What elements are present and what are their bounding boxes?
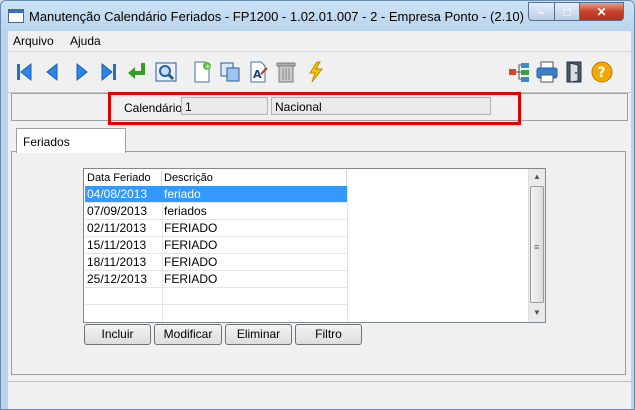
row-date: 15/11/2013 xyxy=(87,238,147,252)
zoom-icon[interactable] xyxy=(154,60,178,84)
row-description: FERIADO xyxy=(164,221,218,235)
row-date: 25/12/2013 xyxy=(87,272,148,286)
window-title: Manutenção Calendário Feriados - FP1200 … xyxy=(29,9,524,24)
modificar-button[interactable]: Modificar xyxy=(154,324,222,345)
row-date: 07/09/2013 xyxy=(87,204,148,218)
grip-icon: ≡ xyxy=(534,242,540,252)
menu-bar: Arquivo Ajuda xyxy=(8,31,631,51)
menu-ajuda[interactable]: Ajuda xyxy=(70,34,101,48)
row-date: 02/11/2013 xyxy=(87,221,147,235)
table-row[interactable]: 15/11/2013 FERIADO xyxy=(85,237,347,253)
first-icon[interactable] xyxy=(12,60,36,84)
return-icon[interactable] xyxy=(125,60,149,84)
scroll-thumb[interactable]: ≡ xyxy=(530,186,544,303)
row-description: feriado xyxy=(164,187,201,201)
eliminar-label: Eliminar xyxy=(236,327,281,341)
holidays-grid[interactable]: Data Feriado Descrição 04/08/2013 feriado… xyxy=(83,168,546,323)
print-icon[interactable] xyxy=(535,60,559,84)
table-row[interactable]: 25/12/2013 FERIADO xyxy=(85,271,347,287)
eliminar-button[interactable]: Eliminar xyxy=(225,324,292,345)
help-icon[interactable]: ? xyxy=(590,60,614,84)
toolbar: + A ? xyxy=(8,51,631,93)
tab-feriados[interactable]: Feriados xyxy=(16,128,126,153)
row-description: FERIADO xyxy=(164,272,218,286)
close-icon: ✕ xyxy=(596,4,607,19)
menu-arquivo[interactable]: Arquivo xyxy=(13,34,54,48)
row-date: 18/11/2013 xyxy=(87,255,147,269)
app-window: Manutenção Calendário Feriados - FP1200 … xyxy=(0,0,635,410)
column-header-date[interactable]: Data Feriado xyxy=(85,170,162,186)
edit-icon[interactable]: A xyxy=(246,60,270,84)
client-area: Arquivo Ajuda + A ? Calendário: 1 Nacion… xyxy=(8,31,631,409)
minimize-button[interactable]: – xyxy=(528,2,555,21)
window-icon xyxy=(8,9,24,23)
tab-label: Feriados xyxy=(23,135,70,149)
status-bar xyxy=(8,381,631,404)
table-row[interactable]: 02/11/2013 FERIADO xyxy=(85,220,347,236)
incluir-label: Incluir xyxy=(101,327,134,341)
modificar-label: Modificar xyxy=(163,327,213,341)
row-description: FERIADO xyxy=(164,238,218,252)
column-header-description[interactable]: Descrição xyxy=(162,170,347,186)
vertical-scrollbar[interactable]: ▲ ≡ ▼ xyxy=(528,169,545,322)
svg-text:?: ? xyxy=(598,65,606,81)
filtro-label: Filtro xyxy=(315,327,342,341)
row-description: FERIADO xyxy=(164,255,218,269)
column-divider xyxy=(347,186,348,322)
prev-icon[interactable] xyxy=(40,60,64,84)
copy-icon[interactable] xyxy=(218,60,242,84)
delete-icon[interactable] xyxy=(274,60,298,84)
close-button[interactable]: ✕ xyxy=(579,2,624,21)
minimize-icon: – xyxy=(538,4,545,19)
table-row[interactable]: 04/08/2013 feriado xyxy=(85,186,347,202)
row-date: 04/08/2013 xyxy=(87,187,148,201)
exit-icon[interactable] xyxy=(562,60,586,84)
scroll-up-icon[interactable]: ▲ xyxy=(529,169,545,185)
incluir-button[interactable]: Incluir xyxy=(84,324,151,345)
row-description: feriados xyxy=(164,204,207,218)
scroll-down-icon[interactable]: ▼ xyxy=(529,305,545,321)
maximize-icon: □ xyxy=(563,4,571,19)
filtro-button[interactable]: Filtro xyxy=(295,324,362,345)
row-divider xyxy=(85,304,347,305)
svg-text:+: + xyxy=(205,62,212,71)
execute-icon[interactable] xyxy=(304,60,328,84)
tree-icon[interactable] xyxy=(507,60,531,84)
table-row[interactable]: 07/09/2013 feriados xyxy=(85,203,347,219)
next-icon[interactable] xyxy=(70,60,94,84)
new-icon[interactable]: + xyxy=(190,60,214,84)
highlight-box xyxy=(108,92,521,125)
row-divider xyxy=(85,287,347,288)
table-row[interactable]: 18/11/2013 FERIADO xyxy=(85,254,347,270)
maximize-button[interactable]: □ xyxy=(554,2,580,21)
last-icon[interactable] xyxy=(97,60,121,84)
title-bar[interactable]: Manutenção Calendário Feriados - FP1200 … xyxy=(1,1,634,31)
svg-text:A: A xyxy=(253,68,262,81)
